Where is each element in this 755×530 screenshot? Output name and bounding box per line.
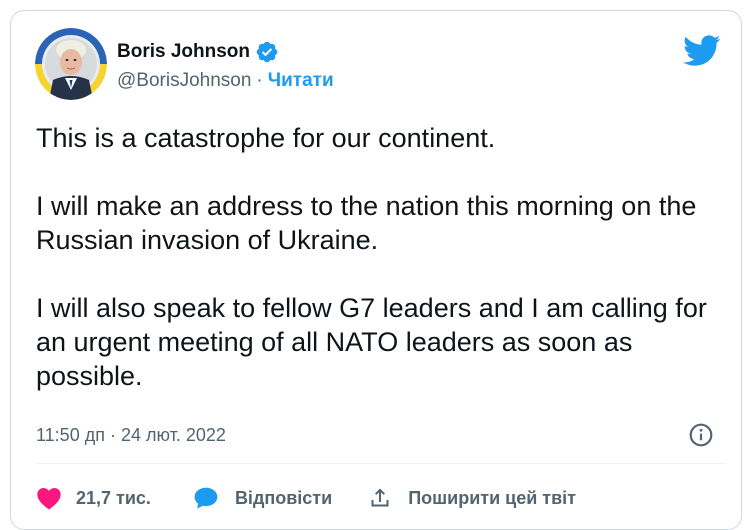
tweet-paragraph: I will make an address to the nation thi… [36,191,697,255]
info-icon[interactable] [688,422,714,448]
twitter-bird-icon[interactable] [683,35,721,67]
tweet-actions: 21,7 тис. Відповісти Поширити цей твіт [36,483,576,513]
like-count: 21,7 тис. [76,487,151,508]
tweet-time: 11:50 дп [36,424,105,445]
author-handle[interactable]: @BorisJohnson [117,70,251,92]
speech-bubble-icon [193,486,219,510]
separator-dot: · [256,70,263,91]
timestamp-separator: · [109,424,116,445]
tweet-card: Boris Johnson @BorisJohnson · Читати Thi… [10,10,742,530]
share-label: Поширити цей твіт [408,487,576,508]
avatar-image [35,28,107,100]
heart-icon [36,486,62,510]
share-button[interactable]: Поширити цей твіт [368,486,576,510]
like-button[interactable]: 21,7 тис. [36,486,151,510]
share-icon [368,486,392,510]
divider [36,463,726,464]
tweet-paragraph: I will also speak to fellow G7 leaders a… [36,293,707,391]
follow-link[interactable]: Читати [268,70,334,92]
tweet-date: 24 лют. 2022 [120,424,226,445]
verified-badge-icon [255,40,279,64]
reply-label: Відповісти [234,487,333,508]
reply-button[interactable]: Відповісти [193,486,332,510]
avatar[interactable] [35,28,107,100]
author-handle-row: @BorisJohnson · Читати [117,70,334,92]
tweet-paragraph: This is a catastrophe for our continent. [36,123,496,153]
author-name-row: Boris Johnson [117,39,279,65]
tweet-timestamp[interactable]: 11:50 дп · 24 лют. 2022 [36,423,226,447]
author-name[interactable]: Boris Johnson [117,41,250,63]
tweet-text: This is a catastrophe for our continent.… [36,121,726,393]
